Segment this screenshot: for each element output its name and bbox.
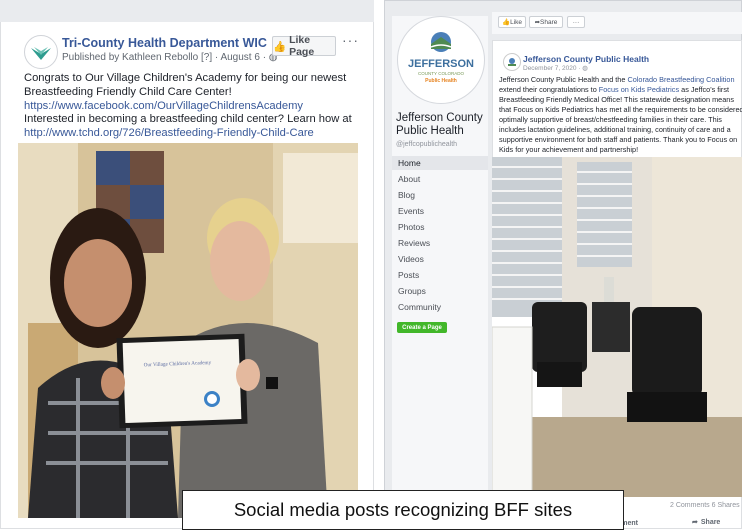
nav-reviews[interactable]: Reviews: [392, 238, 488, 252]
create-page-button[interactable]: Create a Page: [397, 322, 447, 333]
cbc-link[interactable]: Colorado Breastfeeding Coalition: [627, 75, 734, 84]
nav-photos[interactable]: Photos: [392, 222, 488, 236]
nav-groups[interactable]: Groups: [392, 286, 488, 300]
tchd-logo-icon[interactable]: [24, 35, 58, 69]
post-text-line5: optimally supportive of breast/chestfeed…: [499, 115, 722, 124]
nav-about[interactable]: About: [392, 174, 488, 188]
right-post-photo[interactable]: [492, 157, 742, 497]
page-like-button[interactable]: 👍 Like: [498, 16, 526, 28]
logo-word: JEFFERSON: [408, 58, 474, 70]
share-icon: ➦: [692, 519, 698, 526]
page-handle[interactable]: @jeffcopublichealth: [396, 141, 457, 148]
left-page-name-link[interactable]: Tri-County Health Department WIC: [62, 36, 267, 50]
more-options-icon[interactable]: ···: [342, 32, 359, 48]
nav-home[interactable]: Home: [392, 156, 488, 170]
page-like-label: Like: [510, 18, 523, 26]
left-published-by: Published by Kathleen Rebollo [?] · Augu…: [62, 52, 278, 63]
logo-line2: COUNTY COLORADO: [418, 71, 464, 76]
post-text-line7: supportive environment for both staff an…: [499, 135, 738, 144]
globe-icon: ◍: [582, 65, 588, 72]
thumbs-up-icon: 👍: [273, 40, 287, 53]
caption-box: Social media posts recognizing BFF sites: [182, 490, 624, 530]
left-post-line3: Interested in becoming a breastfeeding c…: [24, 113, 352, 125]
post-date: December 7, 2020 · ◍: [523, 64, 588, 72]
post-text-line6: includes lactation guidelines, additiona…: [499, 125, 731, 134]
page-share-button[interactable]: ➦ Share: [529, 16, 563, 28]
share-label: Share: [700, 518, 721, 526]
left-post-link2[interactable]: http://www.tchd.org/726/Breastfeeding-Fr…: [24, 127, 314, 139]
post-text-line3: Breastfeeding Friendly Medical Office! T…: [499, 95, 734, 104]
logo-line3: Public Health: [425, 78, 457, 84]
jefferson-logo[interactable]: JEFFERSON COUNTY COLORADO Public Health: [397, 16, 485, 104]
left-post-link1[interactable]: https://www.facebook.com/OurVillageChild…: [24, 100, 303, 112]
jeffco-avatar[interactable]: [503, 53, 521, 71]
post-text-1a: Jefferson County Public Health and the: [499, 75, 628, 84]
page-more-button[interactable]: ···: [567, 16, 585, 28]
page-name: Jefferson County Public Health: [396, 112, 483, 137]
post-text-line4: that Focus on Kids Pediatrics has met al…: [499, 105, 742, 114]
fok-link[interactable]: Focus on Kids Pediatrics: [599, 85, 679, 94]
like-page-button[interactable]: 👍 Like Page: [272, 34, 336, 58]
page-share-label: Share: [540, 18, 558, 26]
nav-videos[interactable]: Videos: [392, 254, 488, 268]
nav-community[interactable]: Community: [392, 302, 488, 316]
left-post-line1: Congrats to Our Village Children's Acade…: [24, 72, 347, 84]
left-post-top-strip: [0, 0, 374, 22]
like-page-label: Like Page: [289, 34, 315, 58]
post-text-line2: extend their congratulations to Focus on…: [499, 85, 729, 94]
post-author-link[interactable]: Jefferson County Public Health: [523, 54, 649, 64]
left-post-photo[interactable]: Our Village Children's Academy: [18, 143, 358, 518]
post-text-2a: extend their congratulations to: [499, 85, 599, 94]
nav-blog[interactable]: Blog: [392, 190, 488, 204]
post-date-text: December 7, 2020 ·: [523, 65, 583, 72]
post-text-line1: Jefferson County Public Health and the C…: [499, 75, 735, 84]
post-text-2b: as Jeffco's first: [679, 85, 730, 94]
comments-shares-count[interactable]: 2 Comments 6 Shares: [670, 502, 740, 509]
published-by-text: Published by Kathleen Rebollo [?] · Augu…: [62, 52, 269, 63]
share-button[interactable]: ➦ Share: [692, 518, 721, 527]
left-post-line2: Breastfeeding Friendly Child Care Center…: [24, 86, 232, 98]
nav-posts[interactable]: Posts: [392, 270, 488, 284]
nav-events[interactable]: Events: [392, 206, 488, 220]
thumbs-up-icon: 👍: [501, 19, 511, 26]
post-text-line8: Kids for your achievement and partnershi…: [499, 145, 639, 154]
